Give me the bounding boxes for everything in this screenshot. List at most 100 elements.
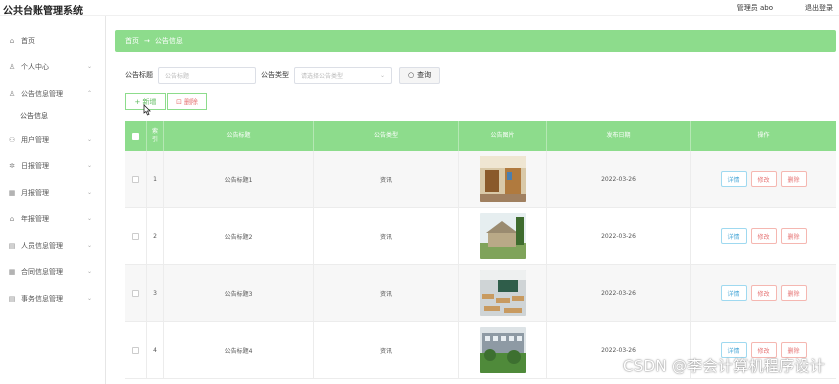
chevron-down-icon: ⌄ — [86, 136, 92, 143]
action-bar: + 新增 ⊡ 删除 — [125, 93, 207, 110]
sidebar-item-home[interactable]: ⌂ 首页 — [0, 31, 106, 51]
grid-icon: ▦ — [8, 189, 16, 197]
row-delete-button[interactable]: 删除 — [780, 171, 807, 187]
sidebar-item-label: 公告信息管理 — [21, 90, 63, 98]
user-icon: ♙ — [8, 90, 16, 98]
detail-button[interactable]: 详情 — [720, 285, 747, 301]
sidebar-item-label: 合同信息管理 — [21, 268, 63, 276]
users-icon: ⚇ — [8, 136, 16, 144]
type-label: 公告类型 — [261, 71, 289, 79]
breadcrumb-home[interactable]: 首页 — [125, 36, 139, 46]
search-icon: ○ — [408, 71, 415, 79]
edit-button[interactable]: 修改 — [750, 171, 777, 187]
row-type: 资讯 — [314, 265, 459, 321]
home-icon: ⌂ — [9, 37, 15, 45]
row-index: 1 — [147, 151, 164, 207]
delete-button[interactable]: ⊡ 删除 — [167, 93, 207, 110]
gear-icon: ✲ — [9, 162, 15, 170]
select-all-checkbox[interactable] — [132, 132, 139, 140]
row-delete-button[interactable]: 删除 — [780, 285, 807, 301]
row-checkbox[interactable] — [132, 232, 139, 240]
title-label: 公告标题 — [125, 71, 153, 79]
table-row: 1 公告标题1 资讯 2022-03-26 详情 修改 删除 — [125, 151, 836, 208]
user-info: 管理员 abo — [736, 4, 773, 12]
sidebar-item-notice-management[interactable]: ♙ 公告信息管理 ⌃ — [0, 84, 106, 104]
breadcrumb-current: 公告信息 — [154, 37, 183, 45]
chevron-up-icon: ⌃ — [86, 90, 92, 97]
header-type: 公告类型 — [314, 121, 459, 151]
row-title: 公告标题4 — [164, 322, 314, 378]
notice-image — [479, 213, 526, 259]
sidebar-item-label: 个人中心 — [21, 63, 49, 71]
row-title: 公告标题2 — [164, 208, 314, 264]
notice-table: 索引 公告标题 公告类型 公告图片 发布日期 操作 1 公告标题1 资讯 202… — [125, 121, 836, 379]
row-index: 2 — [147, 208, 164, 264]
row-checkbox[interactable] — [132, 289, 139, 297]
sidebar-item-label: 人员信息管理 — [21, 242, 63, 250]
list-icon: ▤ — [8, 295, 16, 303]
header-date: 发布日期 — [547, 121, 691, 151]
sidebar: ⌂ 首页 ♙ 个人中心 ⌄ ♙ 公告信息管理 ⌃ 公告信息 ⚇ 用户管理 ⌄ ✲… — [0, 16, 106, 384]
sidebar-item-label: 日报管理 — [21, 162, 49, 170]
select-all-cell[interactable] — [125, 121, 147, 151]
sidebar-item-affairs[interactable]: ▤ 事务信息管理 ⌄ — [0, 289, 106, 309]
chevron-down-icon: ⌄ — [86, 215, 92, 222]
app-title: 公共台账管理系统 — [3, 6, 83, 17]
top-bar: 公共台账管理系统 管理员 abo 退出登录 — [0, 0, 839, 17]
row-type: 资讯 — [314, 151, 459, 207]
sidebar-item-daily[interactable]: ✲ 日报管理 ⌄ — [0, 156, 106, 176]
header-title: 公告标题 — [164, 121, 314, 151]
chevron-down-icon: ⌄ — [86, 189, 92, 196]
sidebar-item-label: 公告信息 — [20, 112, 48, 120]
mouse-cursor-icon — [143, 104, 151, 116]
notice-image — [479, 156, 526, 202]
query-button[interactable]: ○ 查询 — [399, 66, 441, 84]
chevron-down-icon: ⌄ — [86, 268, 92, 275]
sidebar-item-label: 事务信息管理 — [21, 295, 63, 303]
row-index: 4 — [147, 322, 164, 378]
search-bar: 公告标题 公告标题 公告类型 请选择公告类型 ⌄ ○ 查询 — [125, 66, 441, 84]
user-icon: ♙ — [8, 63, 16, 71]
edit-button[interactable]: 修改 — [750, 228, 777, 244]
table-row: 3 公告标题3 资讯 2022-03-26 详情 修改 删除 — [125, 265, 836, 322]
row-type: 资讯 — [314, 322, 459, 378]
main-content: 首页 → 公告信息 公告标题 公告标题 公告类型 请选择公告类型 ⌄ ○ 查询 … — [107, 16, 839, 384]
breadcrumb-separator: → — [144, 37, 150, 45]
table-header: 索引 公告标题 公告类型 公告图片 发布日期 操作 — [125, 121, 836, 151]
bank-icon: ⌂ — [9, 215, 15, 223]
row-date: 2022-03-26 — [547, 265, 691, 321]
edit-button[interactable]: 修改 — [750, 285, 777, 301]
sidebar-item-monthly[interactable]: ▦ 月报管理 ⌄ — [0, 183, 106, 203]
sidebar-item-label: 月报管理 — [21, 189, 49, 197]
row-date: 2022-03-26 — [547, 151, 691, 207]
row-title: 公告标题3 — [164, 265, 314, 321]
trash-icon: ⊡ — [176, 97, 182, 106]
sidebar-item-label: 年报管理 — [21, 215, 49, 223]
chevron-down-icon: ⌄ — [86, 242, 92, 249]
header-image: 公告图片 — [459, 121, 547, 151]
sidebar-item-profile[interactable]: ♙ 个人中心 ⌄ — [0, 57, 106, 77]
chevron-down-icon: ⌄ — [86, 63, 92, 70]
chevron-down-icon: ⌄ — [379, 71, 385, 79]
type-select[interactable]: 请选择公告类型 ⌄ — [294, 66, 392, 84]
title-search-input[interactable]: 公告标题 — [158, 66, 256, 84]
row-delete-button[interactable]: 删除 — [780, 228, 807, 244]
chevron-down-icon: ⌄ — [86, 295, 92, 302]
detail-button[interactable]: 详情 — [720, 171, 747, 187]
detail-button[interactable]: 详情 — [720, 228, 747, 244]
row-checkbox[interactable] — [132, 346, 139, 354]
notice-image — [479, 327, 526, 373]
row-index: 3 — [147, 265, 164, 321]
logout-link[interactable]: 退出登录 — [805, 3, 833, 13]
sidebar-item-personnel[interactable]: ▤ 人员信息管理 ⌄ — [0, 236, 106, 256]
sidebar-item-label: 用户管理 — [21, 136, 49, 144]
grid-icon: ▦ — [8, 268, 16, 276]
sidebar-item-users[interactable]: ⚇ 用户管理 ⌄ — [0, 130, 106, 150]
sidebar-item-label: 首页 — [21, 37, 35, 45]
chevron-down-icon: ⌄ — [86, 162, 92, 169]
sidebar-item-yearly[interactable]: ⌂ 年报管理 ⌄ — [0, 209, 106, 229]
row-checkbox[interactable] — [132, 175, 139, 183]
row-title: 公告标题1 — [164, 151, 314, 207]
sidebar-item-notice-info[interactable]: 公告信息 — [0, 106, 106, 126]
sidebar-item-contracts[interactable]: ▦ 合同信息管理 ⌄ — [0, 262, 106, 282]
